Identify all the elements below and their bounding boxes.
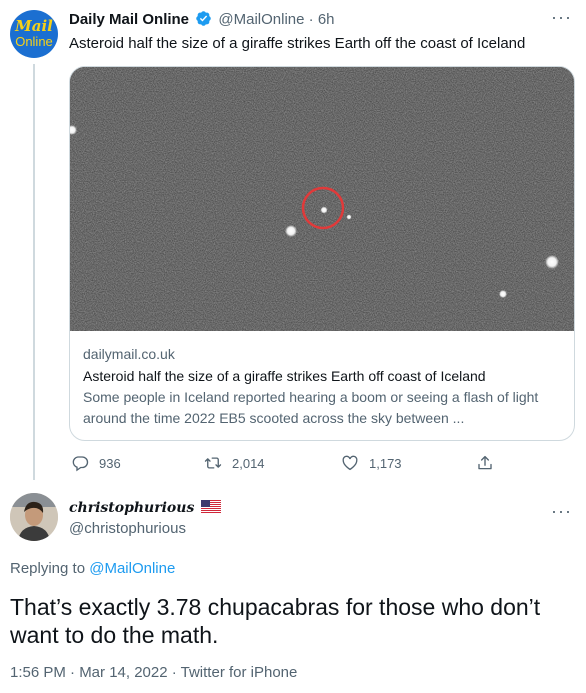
avatar-logo-line2: Online [15, 34, 53, 49]
card-description: Some people in Iceland reported hearing … [83, 389, 539, 426]
card-title: Asteroid half the size of a giraffe stri… [83, 368, 486, 384]
asteroid-star-field-image [70, 67, 574, 331]
more-options-icon[interactable]: ··· [551, 502, 572, 520]
reply-count: 936 [99, 456, 121, 471]
reply-button[interactable]: 936 [71, 454, 121, 473]
replying-prefix: Replying to [10, 560, 86, 577]
like-button[interactable]: 1,173 [341, 454, 402, 473]
profile-photo [10, 493, 58, 541]
tweet-header: Daily Mail Online @MailOnline · 6h [69, 10, 335, 30]
heart-icon [342, 455, 358, 471]
tweet-text: Asteroid half the size of a giraffe stri… [69, 35, 526, 52]
reply-author-name-text: christophurious [69, 500, 195, 516]
tweet-time[interactable]: 6h [318, 11, 335, 28]
reply-icon [72, 456, 89, 472]
retweet-button[interactable]: 2,014 [204, 454, 265, 473]
retweet-icon [204, 457, 222, 469]
replying-to: Replying to @MailOnline [10, 559, 175, 579]
retweet-count: 2,014 [232, 456, 265, 471]
mailonline-avatar[interactable]: Mail Online [10, 10, 58, 58]
tweet-meta[interactable]: 1:56 PM · Mar 14, 2022 · Twitter for iPh… [10, 663, 297, 683]
thread-connector-line [33, 64, 35, 480]
link-card[interactable]: dailymail.co.uk Asteroid half the size o… [69, 66, 575, 441]
reply-author-handle[interactable]: @christophurious [69, 519, 186, 539]
share-button[interactable] [476, 454, 504, 473]
christophurious-avatar[interactable] [10, 493, 58, 541]
card-domain: dailymail.co.uk [83, 346, 175, 362]
us-flag-icon [201, 500, 222, 513]
reply-author-name[interactable]: christophurious [69, 499, 222, 517]
separator-dot: · [308, 11, 314, 28]
replying-mention-link[interactable]: @MailOnline [89, 560, 175, 577]
author-name[interactable]: Daily Mail Online [69, 11, 189, 28]
verified-badge-icon [196, 11, 211, 26]
more-options-icon[interactable]: ··· [551, 8, 572, 26]
author-handle[interactable]: @MailOnline [218, 11, 304, 28]
avatar-logo-line1: Mail [15, 17, 53, 35]
reply-tweet-text: That’s exactly 3.78 chupacabras for thos… [10, 594, 541, 648]
like-count: 1,173 [369, 456, 402, 471]
share-icon [478, 455, 492, 470]
